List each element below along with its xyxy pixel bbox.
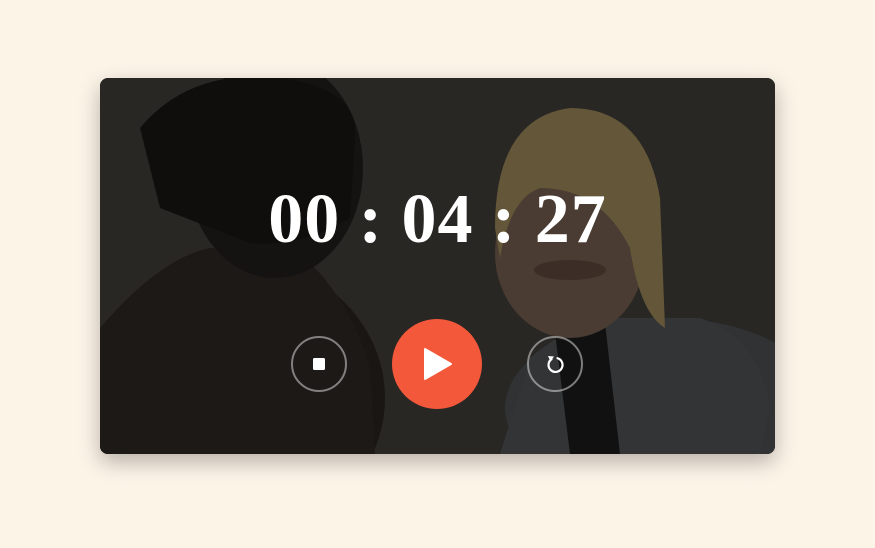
timer-card: 00 : 04 : 27 [100, 78, 775, 454]
play-icon [421, 347, 453, 381]
stop-button[interactable] [291, 336, 347, 392]
reset-button[interactable] [527, 336, 583, 392]
timer-display: 00 : 04 : 27 [268, 181, 607, 258]
reset-icon [544, 353, 566, 375]
play-button[interactable] [392, 319, 482, 409]
stop-icon [312, 357, 326, 371]
timer-controls [100, 318, 775, 410]
